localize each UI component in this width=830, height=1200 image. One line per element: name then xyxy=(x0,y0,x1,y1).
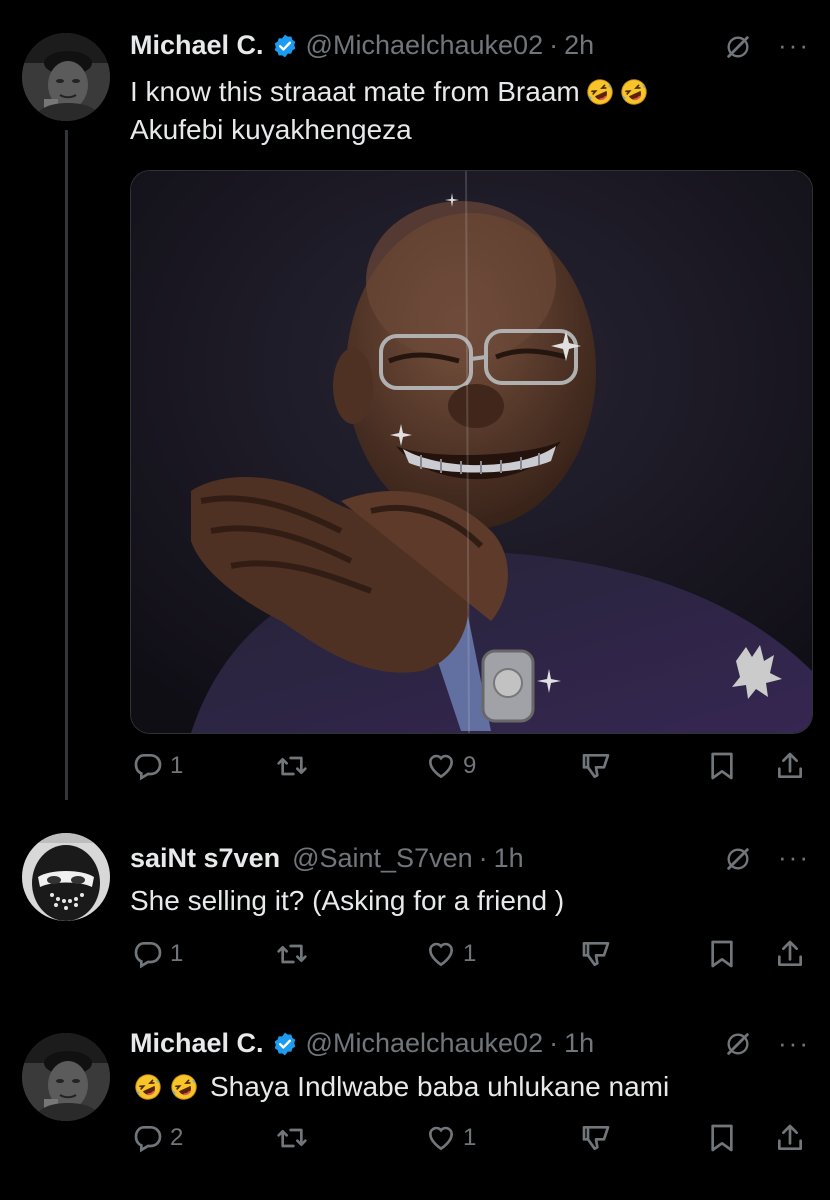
share-button[interactable] xyxy=(774,938,806,970)
rofl-emoji xyxy=(134,1073,162,1101)
reply-count: 1 xyxy=(170,940,184,967)
reply-button[interactable]: 2 xyxy=(132,1122,183,1154)
thread-line xyxy=(65,130,68,800)
rofl-emoji xyxy=(620,78,648,106)
dislike-icon xyxy=(580,1122,612,1154)
like-count: 9 xyxy=(463,752,477,779)
retweet-button[interactable] xyxy=(276,750,314,782)
timestamp[interactable]: 1h xyxy=(564,1028,594,1059)
rofl-emoji xyxy=(586,78,614,106)
grok-icon[interactable] xyxy=(724,33,752,61)
like-count: 1 xyxy=(463,1124,477,1151)
avatar[interactable] xyxy=(22,1033,110,1121)
reply-icon xyxy=(132,1122,164,1154)
tweet-text-line-2: Akufebi kuyakhengeza xyxy=(130,114,412,145)
display-name[interactable]: saiNt s7ven xyxy=(130,843,280,874)
bookmark-button[interactable] xyxy=(706,750,738,782)
reply-button[interactable]: 1 xyxy=(132,750,183,782)
share-button[interactable] xyxy=(774,1122,806,1154)
rofl-emoji xyxy=(170,1073,198,1101)
dislike-icon xyxy=(580,750,612,782)
share-icon xyxy=(774,938,806,970)
like-icon xyxy=(425,750,457,782)
bookmark-icon xyxy=(706,938,738,970)
separator: · xyxy=(478,843,488,873)
tweet-text: She selling it? (Asking for a friend ) xyxy=(130,882,564,920)
like-button[interactable]: 1 xyxy=(425,1122,476,1154)
display-name[interactable]: Michael C. xyxy=(130,1028,264,1059)
share-icon xyxy=(774,1122,806,1154)
dislike-icon xyxy=(580,938,612,970)
bookmark-icon xyxy=(706,1122,738,1154)
bookmark-button[interactable] xyxy=(706,938,738,970)
separator: · xyxy=(549,1028,559,1058)
display-name[interactable]: Michael C. xyxy=(130,30,264,61)
tweet-2[interactable]: saiNt s7ven @Saint_S7ven · 1h ··· She se… xyxy=(0,800,830,1000)
tweet-text: I know this straaat mate from Braam Akuf… xyxy=(130,73,648,149)
tweet-text-line-1: I know this straaat mate from Braam xyxy=(130,76,580,107)
like-button[interactable]: 1 xyxy=(425,938,476,970)
retweet-button[interactable] xyxy=(276,938,314,970)
tweet-3[interactable]: Michael C. @Michaelchauke02 · 1h ··· Sha… xyxy=(0,1000,830,1200)
avatar[interactable] xyxy=(22,33,110,121)
verified-badge-icon xyxy=(272,33,298,59)
tweet-1[interactable]: Michael C. @Michaelchauke02 · 2h ··· I k… xyxy=(0,0,830,800)
tweet-header: Michael C. @Michaelchauke02 · 2h xyxy=(130,30,594,61)
user-handle[interactable]: @Michaelchauke02 xyxy=(306,1028,544,1059)
tweet-actions: 1 1 xyxy=(0,938,830,978)
verified-badge-icon xyxy=(272,1031,298,1057)
more-icon[interactable]: ··· xyxy=(778,1028,810,1059)
reply-icon xyxy=(132,750,164,782)
tweet-text-line-1: Shaya Indlwabe baba uhlukane nami xyxy=(210,1071,670,1102)
bookmark-icon xyxy=(706,750,738,782)
user-handle[interactable]: @Michaelchauke02 xyxy=(306,30,544,61)
avatar[interactable] xyxy=(22,833,110,921)
tweet-header: Michael C. @Michaelchauke02 · 1h xyxy=(130,1028,594,1059)
more-icon[interactable]: ··· xyxy=(778,842,810,873)
bookmark-button[interactable] xyxy=(706,1122,738,1154)
grok-icon[interactable] xyxy=(724,1030,752,1058)
reply-icon xyxy=(132,938,164,970)
like-icon xyxy=(425,938,457,970)
like-button[interactable]: 9 xyxy=(425,750,476,782)
user-handle[interactable]: @Saint_S7ven xyxy=(292,843,473,874)
reply-button[interactable]: 1 xyxy=(132,938,183,970)
separator: · xyxy=(549,30,559,60)
share-button[interactable] xyxy=(774,750,806,782)
avatar-image xyxy=(22,833,110,921)
dislike-button[interactable] xyxy=(580,1122,612,1154)
like-count: 1 xyxy=(463,940,477,967)
retweet-icon xyxy=(276,750,308,782)
like-icon xyxy=(425,1122,457,1154)
reply-count: 2 xyxy=(170,1124,184,1151)
retweet-icon xyxy=(276,938,308,970)
tweet-media-image[interactable] xyxy=(130,170,813,734)
share-icon xyxy=(774,750,806,782)
retweet-icon xyxy=(276,1122,308,1154)
tweet-actions: 1 9 xyxy=(0,750,830,790)
retweet-button[interactable] xyxy=(276,1122,314,1154)
avatar-image xyxy=(22,33,110,121)
timestamp[interactable]: 1h xyxy=(494,843,524,874)
tweet-header: saiNt s7ven @Saint_S7ven · 1h xyxy=(130,843,524,874)
more-icon[interactable]: ··· xyxy=(778,30,810,61)
dislike-button[interactable] xyxy=(580,750,612,782)
reply-count: 1 xyxy=(170,752,184,779)
tweet-actions: 2 1 xyxy=(0,1122,830,1162)
tweet-text-line-1: She selling it? (Asking for a friend ) xyxy=(130,885,565,916)
avatar-image xyxy=(22,1033,110,1121)
grok-icon[interactable] xyxy=(724,845,752,873)
tweet-text: Shaya Indlwabe baba uhlukane nami xyxy=(130,1068,669,1106)
photo-smiling-man xyxy=(131,171,812,733)
dislike-button[interactable] xyxy=(580,938,612,970)
timestamp[interactable]: 2h xyxy=(564,30,594,61)
